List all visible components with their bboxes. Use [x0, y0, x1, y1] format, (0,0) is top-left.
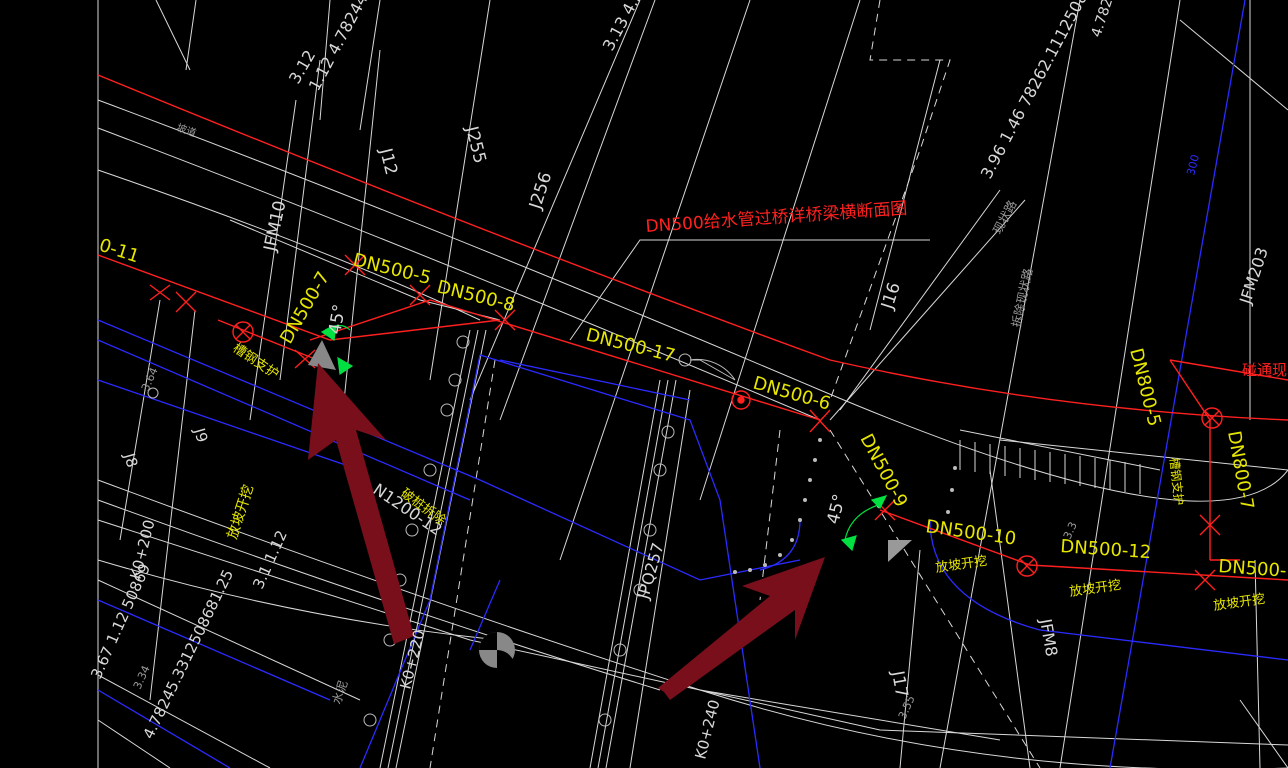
label-j8: J8 [120, 450, 141, 469]
white-linework [97, 0, 1288, 768]
label-jfm10: JFM10 [260, 199, 290, 254]
direction-arrow-icon [308, 363, 825, 700]
label-coord-top-left: 1.12 4.78244.544 [305, 0, 389, 94]
pipe-label-dn500-17: DN500-17 [584, 324, 677, 366]
label-slope-dig-4: 放坡开挖 [1212, 592, 1266, 614]
label-steel-support-left: 槽钢支护 [230, 341, 282, 383]
label-slope-dig-3: 放坡开挖 [1068, 578, 1122, 600]
label-elev-334: 3.34 [131, 664, 153, 692]
cad-viewport[interactable]: DN500给水管过桥详桥梁横断面图 0-11 DN500-7 DN500-5 D… [0, 0, 1288, 768]
pipe-label-dn800-5: DN800-5 [1125, 346, 1165, 428]
label-blue-300: 300 [1184, 153, 1202, 177]
pipe-label-dn500-right: DN500- [1218, 556, 1287, 582]
label-steel-support-right: 槽钢支护 [1167, 457, 1186, 506]
cad-drawing-canvas[interactable]: DN500给水管过桥详桥梁横断面图 0-11 DN500-7 DN500-5 D… [0, 0, 1288, 768]
label-grade: 坡道 [175, 121, 198, 140]
label-coord-top-right: 4.78249.76 [1089, 0, 1129, 39]
blue-linework [97, 0, 1288, 768]
angle-label-left: 45° [325, 303, 350, 336]
label-slope-dig-1: 放坡开挖 [225, 483, 258, 541]
label-connect-existing: 碰通现 [1242, 361, 1287, 379]
label-cement: 水泥 [330, 679, 351, 706]
label-j12: J12 [375, 145, 401, 177]
pipe-label-dn500-12: DN500-12 [1060, 536, 1152, 563]
half-filled-circle-icon [479, 632, 515, 668]
label-slope-dig-2: 放坡开挖 [934, 554, 988, 576]
label-coord-top-mid: 3.13 4.53782 [599, 0, 666, 54]
slope-hatch-icon [308, 340, 912, 562]
label-elev-364: 3.64 [139, 366, 161, 394]
label-jpq257: JPQ257 [633, 541, 667, 602]
label-coord-left-bottom: 3.67 1.12 50869 [87, 561, 154, 682]
label-existing-road: 现状路 [989, 198, 1019, 237]
pipe-label-dn500-8: DN500-8 [435, 276, 517, 316]
pipe-label-dn500-10: DN500-10 [924, 516, 1017, 549]
label-j9: J9 [190, 425, 211, 444]
pipe-label-dn800-7: DN800-7 [1223, 429, 1258, 511]
angle-label-right: 45° [823, 492, 850, 526]
label-k0-240: K0+240 [691, 698, 723, 761]
drawing-title-label: DN500给水管过桥详桥梁横断面图 [645, 199, 908, 237]
label-j256: J256 [525, 170, 556, 213]
red-pipe-lines [97, 74, 1288, 581]
label-coord-mid-left: 3.1 1.12 [249, 528, 291, 592]
label-jfm8: JFM8 [1036, 616, 1061, 658]
fan-symbol [689, 358, 736, 381]
label-demolish-existing: 拆除现状路 [1008, 267, 1035, 329]
pipe-label-dn500-5: DN500-5 [351, 249, 433, 289]
label-jfm203: JFM203 [1235, 245, 1271, 307]
